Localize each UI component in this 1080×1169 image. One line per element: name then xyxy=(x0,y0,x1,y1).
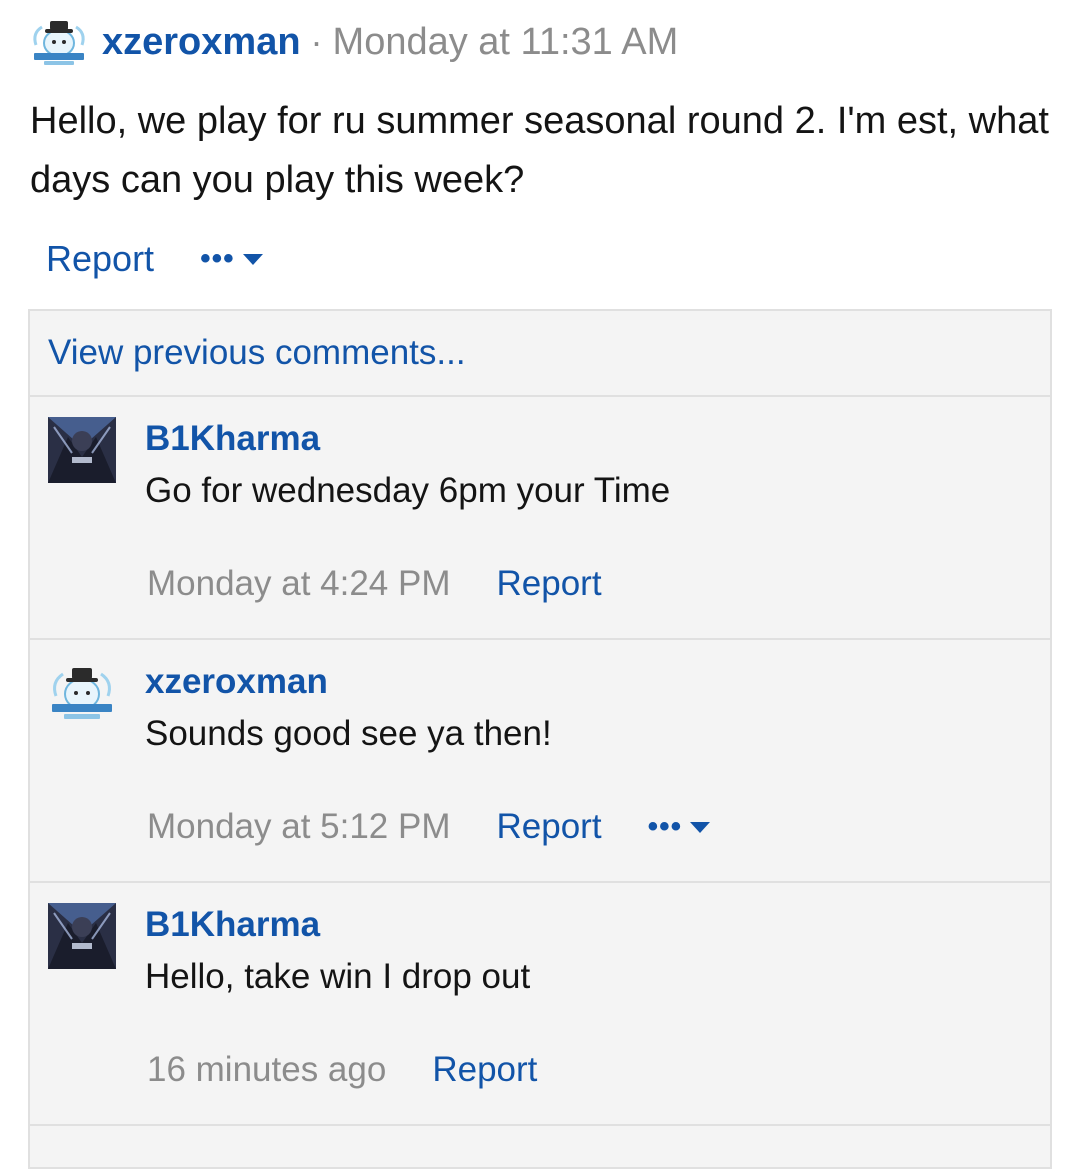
comment-report-link[interactable]: Report xyxy=(432,1050,537,1090)
caret-down-icon xyxy=(242,253,263,265)
comment-timestamp[interactable]: 16 minutes ago xyxy=(147,1050,386,1090)
post-body-text: Hello, we play for ru summer seasonal ro… xyxy=(30,100,1049,201)
comment-meta: Monday at 5:12 PM Report ••• xyxy=(147,804,711,850)
dark-character-avatar[interactable] xyxy=(48,903,116,969)
comment-item: B1Kharma Go for wednesday 6pm your Time … xyxy=(30,397,1050,640)
report-link[interactable]: Report xyxy=(46,238,154,280)
comment-more-options-menu[interactable]: ••• xyxy=(648,812,711,842)
comment-author-link[interactable]: B1Kharma xyxy=(145,419,320,459)
ellipsis-icon: ••• xyxy=(200,242,235,275)
comment-report-link[interactable]: Report xyxy=(497,564,602,604)
comment-text: Go for wednesday 6pm your Time xyxy=(145,471,671,510)
comment-item: B1Kharma Hello, take win I drop out 16 m… xyxy=(30,883,1050,1126)
snowman-mascot-avatar[interactable] xyxy=(30,15,88,69)
comments-panel: View previous comments... B1Kharma Go fo… xyxy=(28,309,1052,1169)
dark-character-avatar[interactable] xyxy=(48,417,116,483)
comment-text: Sounds good see ya then! xyxy=(145,714,552,753)
separator-dot: · xyxy=(310,21,323,62)
post-author-link[interactable]: xzeroxman xyxy=(102,21,301,64)
post-timestamp[interactable]: Monday at 11:31 AM xyxy=(333,21,679,64)
caret-down-icon xyxy=(690,821,711,833)
comment-item: xzeroxman Sounds good see ya then! Monda… xyxy=(30,640,1050,883)
view-previous-comments: View previous comments... xyxy=(30,311,1050,397)
comment-text: Hello, take win I drop out xyxy=(145,957,531,996)
view-previous-comments-link[interactable]: View previous comments... xyxy=(48,333,466,373)
ellipsis-icon: ••• xyxy=(647,810,683,843)
comment-meta: 16 minutes ago Report xyxy=(147,1047,537,1093)
comment-timestamp[interactable]: Monday at 5:12 PM xyxy=(147,807,451,847)
snowman-mascot-avatar[interactable] xyxy=(48,660,116,726)
comment-author-link[interactable]: xzeroxman xyxy=(145,662,328,702)
comment-timestamp[interactable]: Monday at 4:24 PM xyxy=(147,564,451,604)
comment-author-link[interactable]: B1Kharma xyxy=(145,905,320,945)
comment-report-link[interactable]: Report xyxy=(497,807,602,847)
more-options-menu[interactable]: ••• xyxy=(200,244,263,274)
comment-meta: Monday at 4:24 PM Report xyxy=(147,561,602,607)
post-actions: Report ••• xyxy=(46,236,263,282)
post-header: xzeroxman · Monday at 11:31 AM xyxy=(30,14,678,70)
